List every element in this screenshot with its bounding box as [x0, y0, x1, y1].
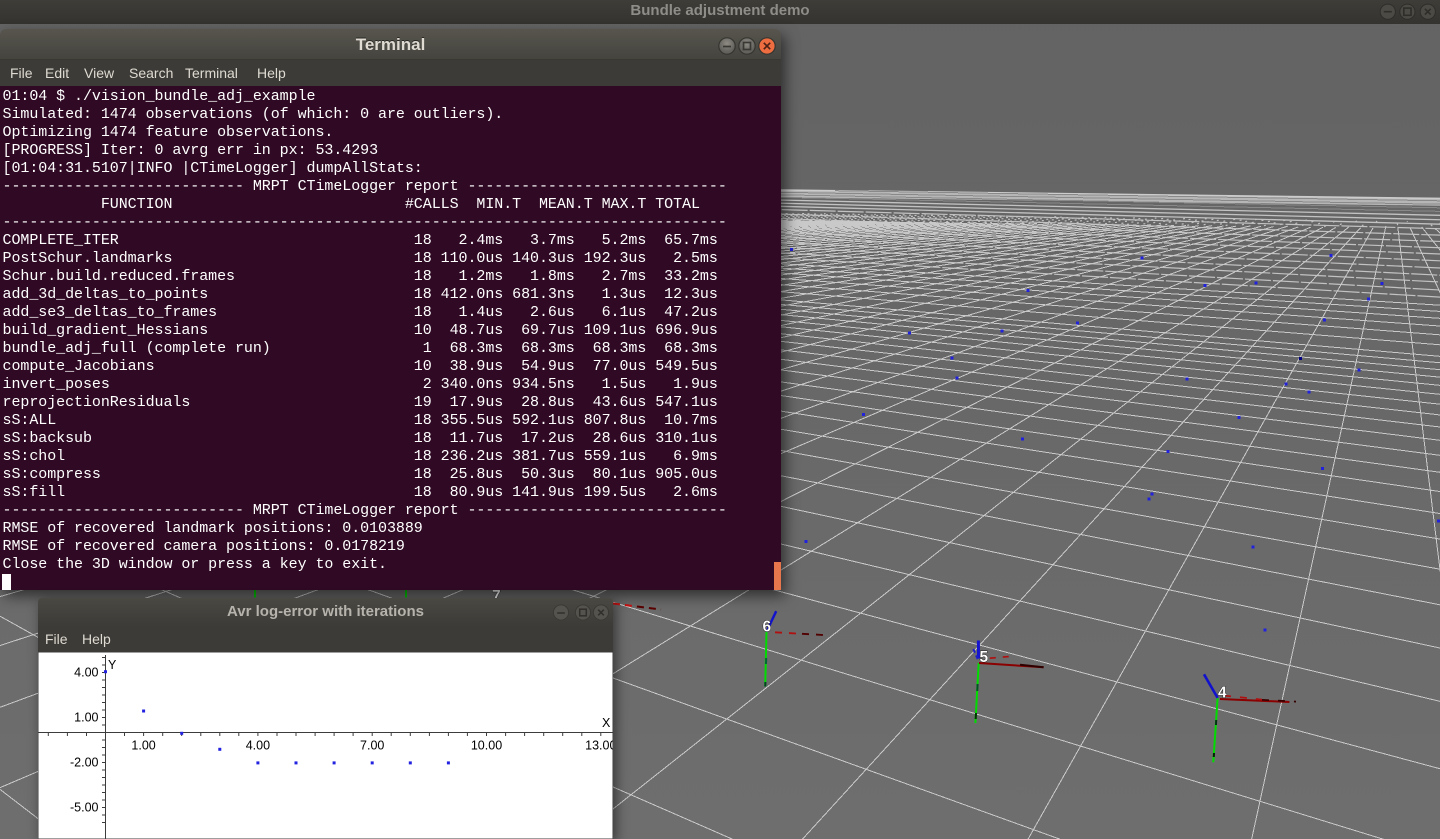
svg-text:1.00: 1.00	[131, 739, 155, 753]
svg-text:7.00: 7.00	[360, 739, 384, 753]
svg-text:4.00: 4.00	[246, 739, 270, 753]
svg-text:Y: Y	[108, 658, 117, 672]
svg-text:13.00: 13.00	[585, 739, 613, 753]
svg-text:1.00: 1.00	[74, 711, 98, 725]
svg-text:5: 5	[980, 649, 989, 666]
svg-text:10.00: 10.00	[471, 739, 502, 753]
svg-text:-5.00: -5.00	[70, 801, 99, 815]
svg-text:-2.00: -2.00	[70, 756, 99, 770]
svg-text:X: X	[602, 716, 611, 730]
svg-text:4.00: 4.00	[74, 666, 98, 680]
svg-text:6: 6	[763, 619, 772, 636]
svg-text:4: 4	[1218, 685, 1227, 702]
